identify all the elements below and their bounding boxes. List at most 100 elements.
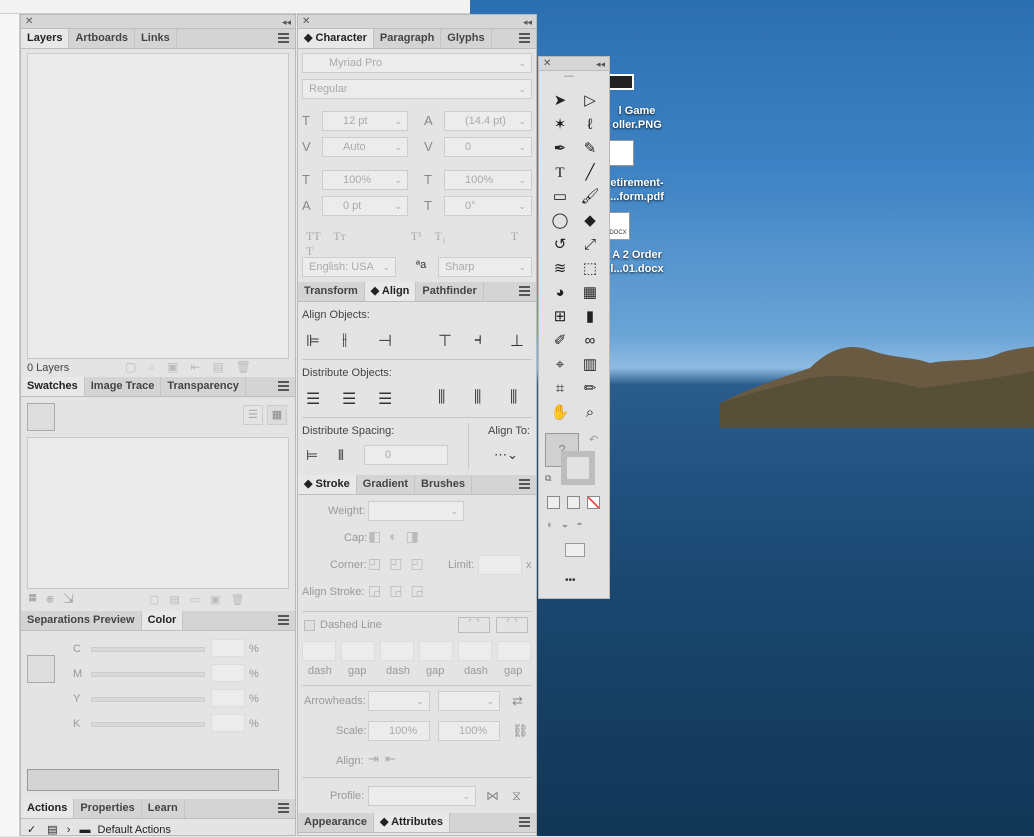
distribute-left-icon[interactable]: ⫼ <box>438 389 445 407</box>
gradient-mode-icon[interactable] <box>567 496 580 509</box>
align-right-icon[interactable]: ⊣ <box>378 331 392 351</box>
dash-align-corners-icon[interactable]: ⌜ ⌝ <box>458 617 490 633</box>
free-transform-tool-icon[interactable]: ⬚ <box>579 258 601 280</box>
screen-mode-icon[interactable] <box>565 543 585 557</box>
distribute-hcenter-icon[interactable]: ⫼ <box>474 389 481 407</box>
tab-links[interactable]: Links <box>135 29 177 48</box>
desk-thumb-png[interactable] <box>606 74 634 90</box>
tab-attributes[interactable]: ◆ Attributes <box>373 813 451 832</box>
tab-separations-preview[interactable]: Separations Preview <box>21 611 142 630</box>
scale-tool-icon[interactable]: ⤢ <box>579 234 601 256</box>
corner-buttons[interactable]: ◰◰◰ <box>368 555 432 572</box>
panel-menu-icon[interactable] <box>278 615 289 625</box>
desk-thumb-pdf[interactable] <box>606 140 634 166</box>
profile-select[interactable]: ⌄ <box>368 786 476 806</box>
dash-preserve-icon[interactable]: ⌜ ⌝ <box>496 617 528 633</box>
panel-menu-icon[interactable] <box>519 286 530 296</box>
collapse-icon[interactable]: ◂◂ <box>523 15 532 29</box>
color-spectrum-bar[interactable] <box>27 769 279 791</box>
arrowhead-start-select[interactable]: ⌄ <box>368 691 430 711</box>
tab-image-trace[interactable]: Image Trace <box>85 377 162 396</box>
type-tool-icon[interactable]: T <box>549 162 571 184</box>
blend-tool-icon[interactable]: ∞ <box>579 330 601 352</box>
character-rotation-field[interactable]: 0° ⌄ <box>444 196 532 216</box>
tab-glyphs[interactable]: Glyphs <box>441 29 492 48</box>
paintbrush-tool-icon[interactable]: 🖌 <box>579 186 601 208</box>
dash-fields[interactable] <box>302 641 532 661</box>
dialog-toggle-icon[interactable]: ▤ <box>47 824 57 836</box>
none-mode-icon[interactable] <box>587 496 600 509</box>
channel-k-slider[interactable] <box>91 722 205 727</box>
slice-tool-icon[interactable]: ✏ <box>579 378 601 400</box>
leading-field[interactable]: (14.4 pt) ⌄ <box>444 111 532 131</box>
flip-horizontal-icon[interactable]: ⋈ <box>486 788 499 804</box>
channel-c-slider[interactable] <box>91 647 205 652</box>
kerning-field[interactable]: Auto ⌄ <box>322 137 408 157</box>
align-top-icon[interactable]: ⊤ <box>438 331 452 351</box>
vertical-spacing-icon[interactable]: ⊨ <box>306 447 318 464</box>
distribute-right-icon[interactable]: ⫼ <box>510 389 517 407</box>
channel-c-input[interactable] <box>211 639 245 657</box>
vertical-scale-field[interactable]: 100% ⌄ <box>322 170 408 190</box>
distribute-vcenter-icon[interactable]: ☰ <box>342 389 356 409</box>
antialias-select[interactable]: Sharp ⌄ <box>438 257 532 277</box>
symbol-sprayer-tool-icon[interactable]: ⌖ <box>549 354 571 376</box>
tracking-field[interactable]: 0 ⌄ <box>444 137 532 157</box>
tab-stroke[interactable]: ◆ Stroke <box>298 475 357 494</box>
channel-m-input[interactable] <box>211 664 245 682</box>
tab-artboards[interactable]: Artboards <box>69 29 136 48</box>
panel-menu-icon[interactable] <box>519 33 530 43</box>
desktop-icon-pdf[interactable]: etirement- ...form.pdf <box>602 176 672 204</box>
magic-wand-tool-icon[interactable]: ✶ <box>549 114 571 136</box>
cap-buttons[interactable]: ◧◐◨ <box>368 528 427 545</box>
direct-selection-tool-icon[interactable]: ▷ <box>579 90 601 112</box>
align-vcenter-icon[interactable]: ⫞ <box>474 331 482 349</box>
tab-paragraph[interactable]: Paragraph <box>374 29 442 48</box>
channel-y-input[interactable] <box>211 689 245 707</box>
font-size-field[interactable]: 12 pt ⌄ <box>322 111 408 131</box>
align-hcenter-icon[interactable]: ⫲ <box>342 331 347 349</box>
tools-titlebar[interactable]: ✕ ◂◂ <box>539 57 609 71</box>
tab-properties[interactable]: Properties <box>74 799 142 818</box>
panel-menu-icon[interactable] <box>278 33 289 43</box>
arrow-align-buttons[interactable]: ⇥⇤ <box>368 751 402 767</box>
disclosure-icon[interactable]: › <box>67 824 71 836</box>
list-view-icon[interactable]: ☰ <box>243 405 263 425</box>
tab-learn[interactable]: Learn <box>142 799 185 818</box>
baseline-shift-field[interactable]: 0 pt ⌄ <box>322 196 408 216</box>
channel-m-slider[interactable] <box>91 672 205 677</box>
shape-builder-tool-icon[interactable]: ◕ <box>549 282 571 304</box>
panel-titlebar[interactable]: ✕ ◂◂ <box>21 15 295 29</box>
tab-brushes[interactable]: Brushes <box>415 475 473 494</box>
perspective-grid-tool-icon[interactable]: ▦ <box>579 282 601 304</box>
horizontal-scale-field[interactable]: 100% ⌄ <box>444 170 532 190</box>
gradient-tool-icon[interactable]: ▮ <box>579 306 601 328</box>
arrowhead-end-select[interactable]: ⌄ <box>438 691 500 711</box>
more-tools-button[interactable]: ••• <box>565 575 576 586</box>
tab-actions[interactable]: Actions <box>21 799 75 818</box>
link-scale-icon[interactable]: ⛓ <box>512 723 529 739</box>
tab-transparency[interactable]: Transparency <box>161 377 246 396</box>
tab-color[interactable]: Color <box>141 611 184 630</box>
spacing-field[interactable]: 0 <box>364 445 448 465</box>
align-stroke-buttons[interactable]: ◲◲◲ <box>368 582 432 599</box>
action-row[interactable]: ✓ ▤ › ▬ Default Actions <box>27 823 289 837</box>
hand-tool-icon[interactable]: ✋ <box>549 402 571 424</box>
collapse-icon[interactable]: ◂◂ <box>596 57 605 71</box>
color-mode-icon[interactable] <box>547 496 560 509</box>
line-tool-icon[interactable]: ╱ <box>579 162 601 184</box>
panel-menu-icon[interactable] <box>278 803 289 813</box>
tab-layers[interactable]: Layers <box>21 29 70 48</box>
tab-pathfinder[interactable]: Pathfinder <box>416 282 484 301</box>
shaper-tool-icon[interactable]: ◯ <box>549 210 571 232</box>
limit-field[interactable] <box>478 555 522 575</box>
tab-character[interactable]: ◆ Character <box>298 29 374 48</box>
close-icon[interactable]: ✕ <box>25 15 33 29</box>
align-to-selection-icon[interactable]: ⋯⌄ <box>494 447 518 463</box>
language-select[interactable]: English: USA ⌄ <box>302 257 396 277</box>
checkmark-icon[interactable]: ✓ <box>27 824 36 836</box>
align-bottom-icon[interactable]: ⊥ <box>510 331 524 351</box>
desktop-icon-png[interactable]: l Game oller.PNG <box>602 104 672 132</box>
pen-tool-icon[interactable]: ✒ <box>549 138 571 160</box>
flip-vertical-icon[interactable]: ⧖ <box>512 788 521 804</box>
